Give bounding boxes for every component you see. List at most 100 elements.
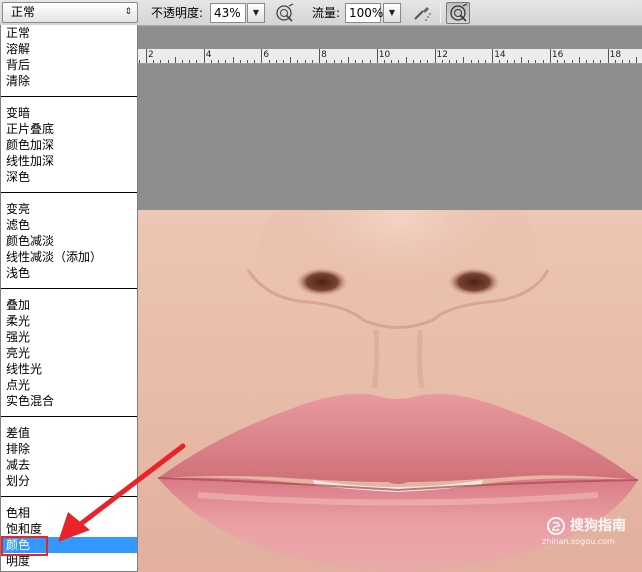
ruler-tick <box>636 57 638 63</box>
ruler-tick <box>456 60 458 63</box>
airbrush-icon <box>414 7 431 21</box>
blend-mode-item[interactable]: 点光 <box>1 377 137 393</box>
ruler-tick <box>326 60 328 63</box>
ruler-tick <box>571 60 573 63</box>
blend-mode-item[interactable]: 深色 <box>1 169 137 185</box>
ruler-tick <box>246 60 248 63</box>
ruler-tick <box>319 49 321 63</box>
menu-separator <box>1 409 137 425</box>
chevron-down-icon: ▼ <box>388 8 396 17</box>
ruler-tick <box>203 49 205 63</box>
ruler-tick <box>427 60 429 63</box>
blend-mode-item[interactable]: 实色混合 <box>1 393 137 409</box>
blend-mode-item[interactable]: 饱和度 <box>1 521 137 537</box>
flow-dropdown-button[interactable]: ▼ <box>383 3 401 23</box>
blend-mode-menu: 正常 溶解 背后 清除变暗 正片叠底 颜色加深 线性加深 深色变亮 滤色 颜色减淡 线性减淡（添加）… <box>0 25 138 572</box>
menu-separator <box>1 489 137 505</box>
canvas-pasteboard <box>138 64 642 210</box>
ruler-tick <box>254 60 256 63</box>
tablet-pressure-icon <box>276 3 294 22</box>
airbrush-button[interactable] <box>409 2 433 24</box>
select-arrows-icon: ⇕ <box>124 7 132 17</box>
blend-mode-item[interactable]: 线性光 <box>1 361 137 377</box>
blend-mode-item[interactable]: 叠加 <box>1 297 137 313</box>
blend-mode-select[interactable]: 正常 ⇕ <box>2 2 138 23</box>
ruler-tick <box>369 60 371 63</box>
blend-mode-item[interactable]: 背后 <box>1 57 137 73</box>
opacity-input[interactable]: 43% <box>210 3 246 23</box>
ruler-tick <box>420 60 422 63</box>
blend-mode-item[interactable]: 划分 <box>1 473 137 489</box>
ruler-tick <box>622 60 624 63</box>
ruler-tick <box>600 60 602 63</box>
ruler-tick <box>333 60 335 63</box>
blend-mode-item[interactable]: 滤色 <box>1 217 137 233</box>
blend-mode-item[interactable]: 正片叠底 <box>1 121 137 137</box>
ruler-tick <box>448 60 450 63</box>
blend-mode-item[interactable]: 强光 <box>1 329 137 345</box>
ruler-tick <box>304 60 306 63</box>
ruler-tick <box>146 49 147 63</box>
ruler-tick <box>275 60 277 63</box>
ruler-tick <box>499 60 501 63</box>
toolbar-separator <box>440 3 441 23</box>
ruler-tick <box>593 60 595 63</box>
pressure-opacity-button[interactable] <box>272 2 296 24</box>
blend-mode-item[interactable]: 差值 <box>1 425 137 441</box>
blend-mode-item[interactable]: 亮光 <box>1 345 137 361</box>
blend-mode-item[interactable]: 线性减淡（添加） <box>1 249 137 265</box>
ruler-tick <box>355 60 357 63</box>
watermark-url: zhinan.sogou.com <box>542 537 615 546</box>
blend-mode-item[interactable]: 变暗 <box>1 105 137 121</box>
watermark: 搜狗指南 zhinan.sogou.com <box>540 516 640 552</box>
opacity-value: 43% <box>214 6 241 20</box>
ruler-number: 10 <box>378 50 391 60</box>
tablet-pressure-size-icon <box>450 3 468 22</box>
blend-mode-item[interactable]: 清除 <box>1 73 137 89</box>
ruler-tick <box>564 60 566 63</box>
blend-mode-item[interactable]: 变亮 <box>1 201 137 217</box>
ruler-tick <box>542 60 544 63</box>
ruler-tick <box>513 60 515 63</box>
ruler-tick <box>167 60 169 63</box>
blend-mode-item[interactable]: 减去 <box>1 457 137 473</box>
flow-input[interactable]: 100% <box>345 3 384 23</box>
ruler-tick <box>614 60 616 63</box>
ruler-number: 4 <box>205 50 212 60</box>
blend-mode-item[interactable]: 颜色加深 <box>1 137 137 153</box>
ruler-tick <box>196 60 198 63</box>
blend-mode-item[interactable]: 排除 <box>1 441 137 457</box>
chevron-down-icon: ▼ <box>252 8 260 17</box>
ruler-tick <box>506 60 508 63</box>
blend-mode-item[interactable]: 线性加深 <box>1 153 137 169</box>
ruler-tick <box>210 60 212 63</box>
ruler-tick <box>441 60 443 63</box>
menu-separator <box>1 281 137 297</box>
horizontal-ruler[interactable]: 2 4 6 8 10 12 14 16 18 <box>138 49 642 64</box>
blend-mode-item[interactable]: 颜色减淡 <box>1 233 137 249</box>
ruler-tick <box>557 60 559 63</box>
blend-mode-item[interactable]: 柔光 <box>1 313 137 329</box>
pressure-size-button[interactable] <box>446 2 470 24</box>
ruler-number: 18 <box>609 50 622 60</box>
blend-mode-item[interactable]: 正常 <box>1 25 137 41</box>
ruler-tick <box>283 60 285 63</box>
opacity-dropdown-button[interactable]: ▼ <box>247 3 265 23</box>
watermark-text: 搜狗指南 <box>570 518 626 534</box>
ruler-tick <box>521 57 523 63</box>
flow-value: 100% <box>349 6 384 20</box>
ruler-tick <box>384 60 385 63</box>
ruler-tick <box>484 60 486 63</box>
ruler-tick <box>398 60 400 63</box>
ruler-tick <box>189 60 191 63</box>
blend-mode-item[interactable]: 溶解 <box>1 41 137 57</box>
blend-mode-item[interactable]: 浅色 <box>1 265 137 281</box>
ruler-tick <box>174 57 176 63</box>
annotation-highlight-box <box>1 536 48 556</box>
flow-label: 流量: <box>312 6 341 20</box>
ruler-tick <box>578 57 580 63</box>
ruler-tick <box>434 49 436 63</box>
blend-mode-item[interactable]: 色相 <box>1 505 137 521</box>
ruler-number: 6 <box>263 50 270 60</box>
ruler-tick <box>391 60 393 63</box>
